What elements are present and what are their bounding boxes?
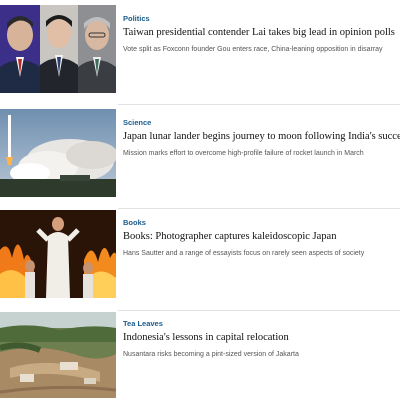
news-feed: Politics Taiwan presidential contender L…: [0, 0, 400, 400]
article-category[interactable]: Science: [123, 118, 400, 128]
divider: [118, 104, 400, 105]
article-category[interactable]: Books: [123, 218, 400, 228]
article-thumbnail[interactable]: [0, 210, 116, 298]
politicians-portrait-image: [0, 5, 116, 93]
article-summary: Hans Sautter and a range of essayists fo…: [123, 250, 365, 257]
article-text: Science Japan lunar lander begins journe…: [123, 118, 400, 159]
article-card[interactable]: Tea Leaves Indonesia's lessons in capita…: [0, 310, 400, 400]
article-card[interactable]: Science Japan lunar lander begins journe…: [0, 104, 400, 208]
article-text: Politics Taiwan presidential contender L…: [123, 14, 400, 55]
article-headline[interactable]: Taiwan presidential contender Lai takes …: [123, 26, 400, 40]
article-summary: Mission marks effort to overcome high-pr…: [123, 150, 364, 157]
article-headline[interactable]: Japan lunar lander begins journey to moo…: [123, 130, 400, 144]
article-thumbnail[interactable]: [0, 5, 116, 93]
article-category[interactable]: Politics: [123, 14, 400, 24]
article-summary: Vote split as Foxconn founder Gou enters…: [123, 46, 383, 53]
article-thumbnail[interactable]: [0, 109, 116, 197]
divider: [118, 310, 400, 311]
article-headline[interactable]: Indonesia's lessons in capital relocatio…: [123, 331, 400, 345]
rocket-launch-image: [0, 109, 116, 197]
fire-festival-image: [0, 210, 116, 298]
article-thumbnail[interactable]: [0, 312, 116, 398]
article-category[interactable]: Tea Leaves: [123, 319, 400, 329]
article-card[interactable]: Politics Taiwan presidential contender L…: [0, 0, 400, 104]
article-card[interactable]: Books Books: Photographer captures kalei…: [0, 208, 400, 312]
construction-site-aerial-image: [0, 312, 116, 398]
article-text: Tea Leaves Indonesia's lessons in capita…: [123, 319, 400, 360]
article-text: Books Books: Photographer captures kalei…: [123, 218, 400, 259]
article-summary: Nusantara risks becoming a pint-sized ve…: [123, 351, 299, 358]
article-headline[interactable]: Books: Photographer captures kaleidoscop…: [123, 230, 400, 244]
divider: [118, 208, 400, 209]
